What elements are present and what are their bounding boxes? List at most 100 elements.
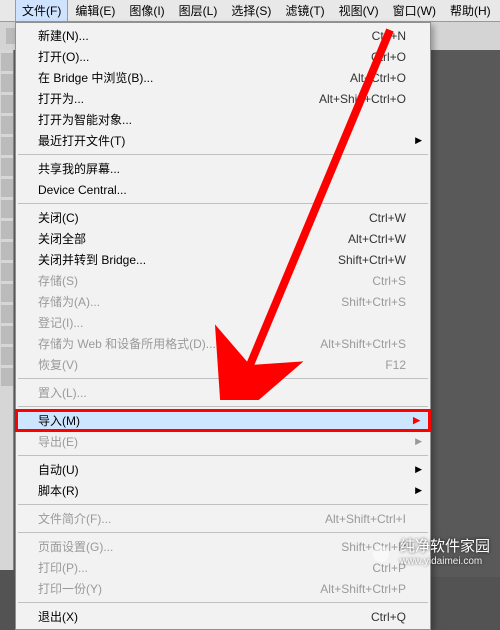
menu-item[interactable]: 脚本(R) ▶ [16,480,430,501]
menu-item-label: 最近打开文件(T) [38,132,406,149]
tool-slot[interactable] [1,347,13,365]
menu-item[interactable]: 共享我的屏幕... [16,158,430,179]
watermark-title: 纯净软件家园 [400,538,490,555]
tool-slot[interactable] [1,305,13,323]
menu-item[interactable]: 打开为...Alt+Shift+Ctrl+O [16,88,430,109]
menu-item-label: 登记(I)... [38,314,406,331]
menu-item-shortcut: Alt+Ctrl+O [350,71,406,85]
menu-divider [18,406,428,407]
menu-divider [18,532,428,533]
menu-item[interactable]: 打开(O)...Ctrl+O [16,46,430,67]
tool-slot[interactable] [1,326,13,344]
menu-h[interactable]: 帮助(H) [443,0,498,22]
menu-item-shortcut: Alt+Shift+Ctrl+S [320,337,406,351]
menu-item-label: 共享我的屏幕... [38,160,406,177]
menu-divider [18,455,428,456]
tool-slot[interactable] [1,263,13,281]
menu-item[interactable]: 导入(M) ▶ [16,410,430,431]
tool-slot[interactable] [1,200,13,218]
menu-item[interactable]: 关闭(C)Ctrl+W [16,207,430,228]
menu-item[interactable]: 关闭全部Alt+Ctrl+W [16,228,430,249]
menu-item-shortcut: Alt+Ctrl+W [348,232,406,246]
menu-item-label: 存储为(A)... [38,293,341,310]
menu-item[interactable]: 打开为智能对象... [16,109,430,130]
menu-item[interactable]: 新建(N)...Ctrl+N [16,25,430,46]
menu-item-label: 打印(P)... [38,559,372,576]
tool-slot[interactable] [1,95,13,113]
menu-item[interactable]: 自动(U) ▶ [16,459,430,480]
menu-item-shortcut: Ctrl+N [372,29,406,43]
menu-item-shortcut: F12 [385,358,406,372]
menu-e[interactable]: 编辑(E) [68,0,122,22]
menu-item-shortcut: Ctrl+Q [371,610,406,624]
menu-i[interactable]: 图像(I) [122,0,171,22]
menu-f[interactable]: 文件(F) [15,0,68,22]
menu-item-shortcut: Shift+Ctrl+W [338,253,406,267]
menu-item-label: 导出(E) [38,433,406,450]
menu-item-label: 恢复(V) [38,356,385,373]
menu-divider [18,602,428,603]
menu-item-label: 脚本(R) [38,482,406,499]
menu-item-label: 打开(O)... [38,48,371,65]
menu-item[interactable]: 退出(X)Ctrl+Q [16,606,430,627]
submenu-arrow-icon: ▶ [413,415,420,426]
menu-t[interactable]: 滤镜(T) [278,0,331,22]
submenu-arrow-icon: ▶ [415,135,422,146]
tool-slot[interactable] [1,116,13,134]
menu-item: 恢复(V)F12 [16,354,430,375]
menu-bar: 文件(F)编辑(E)图像(I)图层(L)选择(S)滤镜(T)视图(V)窗口(W)… [0,0,500,22]
menu-item[interactable]: Device Central... [16,179,430,200]
menu-item-label: 退出(X) [38,608,371,625]
menu-item-shortcut: Shift+Ctrl+S [341,295,406,309]
menu-v[interactable]: 视图(V) [332,0,386,22]
watermark-url: www.yidaimei.com [400,556,490,567]
tool-slot[interactable] [1,221,13,239]
tool-slot[interactable] [1,242,13,260]
tool-slot[interactable] [1,158,13,176]
submenu-arrow-icon: ▶ [415,485,422,496]
menu-item: 置入(L)... [16,382,430,403]
menu-s[interactable]: 选择(S) [224,0,278,22]
menu-item-label: 导入(M) [38,412,406,429]
menu-item[interactable]: 在 Bridge 中浏览(B)...Alt+Ctrl+O [16,67,430,88]
menu-item-label: 置入(L)... [38,384,406,401]
menu-item: 存储(S)Ctrl+S [16,270,430,291]
menu-item-shortcut: Ctrl+W [369,211,406,225]
menu-item-label: 关闭(C) [38,209,369,226]
menu-item-label: 打印一份(Y) [38,580,320,597]
menu-item[interactable]: 关闭并转到 Bridge...Shift+Ctrl+W [16,249,430,270]
submenu-arrow-icon: ▶ [415,436,422,447]
menu-item: 文件简介(F)...Alt+Shift+Ctrl+I [16,508,430,529]
menu-item[interactable]: 最近打开文件(T) ▶ [16,130,430,151]
tool-slot[interactable] [1,137,13,155]
menu-item: 打印一份(Y)Alt+Shift+Ctrl+P [16,578,430,599]
menu-item-label: 自动(U) [38,461,406,478]
menu-item-shortcut: Alt+Shift+Ctrl+O [319,92,406,106]
menu-item-label: 关闭全部 [38,230,348,247]
watermark: 纯净软件家园 www.yidaimei.com [366,535,490,567]
submenu-arrow-icon: ▶ [415,464,422,475]
menu-item-label: 页面设置(G)... [38,538,341,555]
tool-sidebar [0,50,14,570]
menu-item-shortcut: Alt+Shift+Ctrl+I [325,512,406,526]
menu-item-shortcut: Alt+Shift+Ctrl+P [320,582,406,596]
menu-item: 存储为(A)...Shift+Ctrl+S [16,291,430,312]
tool-slot[interactable] [1,74,13,92]
menu-item-shortcut: Ctrl+O [371,50,406,64]
tool-slot[interactable] [1,284,13,302]
menu-divider [18,203,428,204]
menu-item: 登记(I)... [16,312,430,333]
menu-divider [18,504,428,505]
menu-item-label: 文件简介(F)... [38,510,325,527]
tool-slot[interactable] [1,53,13,71]
menu-item-label: 存储为 Web 和设备所用格式(D)... [38,335,320,352]
menu-item-shortcut: Ctrl+S [372,274,406,288]
menu-item: 存储为 Web 和设备所用格式(D)...Alt+Shift+Ctrl+S [16,333,430,354]
tool-slot[interactable] [1,368,13,386]
menu-l[interactable]: 图层(L) [172,0,225,22]
menu-divider [18,378,428,379]
menu-item-label: 新建(N)... [38,27,372,44]
menu-item-label: 存储(S) [38,272,372,289]
tool-slot[interactable] [1,179,13,197]
menu-w[interactable]: 窗口(W) [386,0,443,22]
